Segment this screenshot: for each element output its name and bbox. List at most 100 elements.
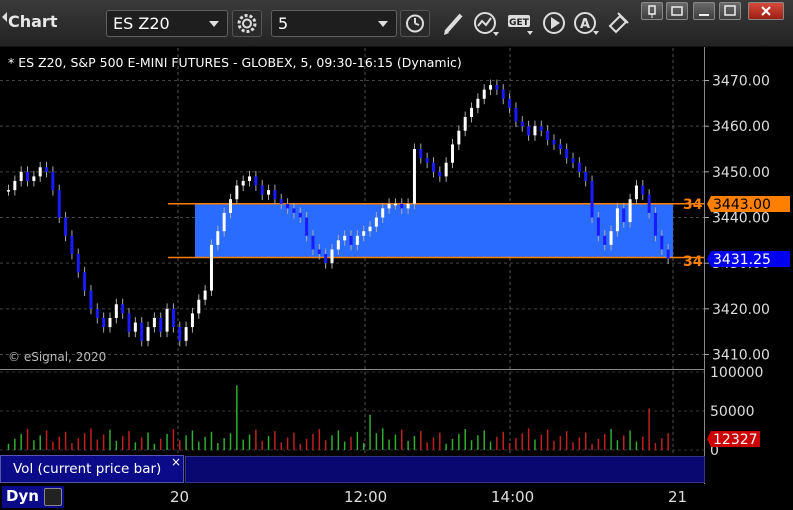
candle-body: [431, 162, 435, 172]
candle-body: [146, 327, 150, 341]
candle-body: [590, 180, 594, 218]
dynamic-mode-button[interactable]: Dyn: [2, 486, 64, 508]
candle-body: [83, 272, 87, 291]
settings-gear-icon: [237, 14, 257, 33]
candle-body: [451, 144, 454, 163]
volume-last-marker: 12327: [707, 431, 760, 448]
interval-value: 5: [278, 14, 289, 33]
volume-tick-label: 50000: [710, 404, 755, 420]
candle-body: [603, 235, 607, 245]
symbol-combo[interactable]: ES Z20: [106, 10, 228, 37]
candle-body: [482, 89, 486, 99]
candle-body: [412, 149, 416, 204]
candle-body: [628, 199, 632, 223]
candle-body: [634, 185, 638, 200]
candle-body: [641, 185, 645, 195]
chevron-down-icon[interactable]: [209, 21, 219, 27]
restore-icon: [671, 6, 683, 16]
replay-button[interactable]: [541, 10, 569, 37]
candle-body: [298, 212, 302, 218]
candle-body: [216, 231, 220, 245]
candle-body: [165, 308, 169, 332]
chart-toolbar: Chart ES Z20 5 GET A: [0, 0, 793, 47]
time-template-button[interactable]: [400, 10, 430, 37]
candle-body: [470, 107, 474, 118]
lock-icon[interactable]: [44, 488, 62, 506]
candle-body: [159, 317, 163, 332]
pencil-icon: [444, 13, 463, 35]
draw-button[interactable]: [440, 10, 468, 37]
close-window-button[interactable]: [748, 2, 784, 20]
clock-icon: [406, 14, 424, 33]
time-label-21: 21: [668, 488, 688, 506]
candle-body: [317, 249, 321, 255]
candle-body: [330, 249, 334, 264]
interval-combo[interactable]: 5: [271, 10, 397, 37]
chevron-down-icon[interactable]: [378, 21, 388, 27]
candle-body: [527, 126, 531, 136]
candle-body: [381, 208, 385, 218]
candle-body: [305, 217, 309, 236]
collapse-arrow-icon[interactable]: [2, 12, 7, 22]
candle-body: [552, 139, 556, 145]
price-chart[interactable]: 3470.003460.003450.003440.003430.003420.…: [0, 47, 793, 484]
candle-body: [13, 180, 17, 191]
close-study-icon[interactable]: ×: [171, 455, 181, 469]
link-button[interactable]: [604, 10, 632, 37]
candle-body: [279, 199, 283, 204]
volume-study-label[interactable]: Vol (current price bar): [0, 455, 184, 483]
maximize-window-button[interactable]: [719, 2, 741, 20]
minimize-window-button[interactable]: [693, 2, 715, 20]
symbol-value: ES Z20: [113, 14, 170, 33]
studies-button[interactable]: [472, 10, 500, 37]
range-box-fill: [195, 203, 673, 258]
high-marker-value: 3443.00: [713, 197, 771, 213]
candle-body: [387, 203, 391, 209]
candle-body: [45, 167, 49, 172]
study-label-area: [185, 456, 705, 483]
candle-body: [514, 107, 518, 122]
link-icon: [608, 12, 629, 34]
alert-button[interactable]: A: [572, 10, 600, 37]
get-button[interactable]: GET: [506, 10, 534, 37]
candle-body: [438, 171, 442, 177]
candle-body: [190, 313, 194, 328]
chart-header: * ES Z20, S&P 500 E-MINI FUTURES - GLOBE…: [8, 55, 462, 70]
high-marker-short-label: 34: [683, 197, 703, 213]
candle-body: [368, 226, 372, 232]
candle-body: [419, 149, 423, 159]
price-tick-label: 3420.00: [712, 302, 770, 318]
candle-body: [241, 180, 245, 186]
svg-text:A: A: [580, 17, 590, 32]
price-tick-label: 3470.00: [712, 74, 770, 90]
candle-body: [533, 126, 537, 136]
candle-body: [121, 304, 125, 314]
candle-body: [596, 217, 600, 236]
candle-body: [476, 98, 480, 108]
pin-window-button[interactable]: [641, 2, 663, 20]
candle-body: [444, 162, 448, 177]
candle-body: [374, 217, 378, 227]
candle-body: [615, 208, 619, 232]
copyright-text: © eSignal, 2020: [8, 350, 107, 364]
candle-body: [622, 208, 626, 223]
candle-body: [463, 117, 467, 131]
window-title: Chart: [8, 12, 58, 31]
candle-body: [311, 235, 315, 250]
settings-button[interactable]: [232, 10, 262, 37]
candle-body: [571, 158, 575, 163]
candle-body: [7, 190, 10, 192]
candle-body: [349, 235, 353, 245]
restore-window-button[interactable]: [666, 2, 688, 20]
candle-body: [267, 190, 271, 195]
candle-body: [355, 235, 359, 245]
candle-body: [248, 176, 252, 181]
candle-body: [102, 317, 106, 328]
candle-body: [19, 171, 23, 181]
candle-body: [539, 126, 543, 131]
candle-body: [51, 171, 55, 191]
time-label-20: 20: [170, 488, 190, 506]
candle-body: [222, 212, 226, 232]
candle-body: [203, 290, 207, 300]
time-label-14-00: 14:00: [491, 488, 535, 506]
